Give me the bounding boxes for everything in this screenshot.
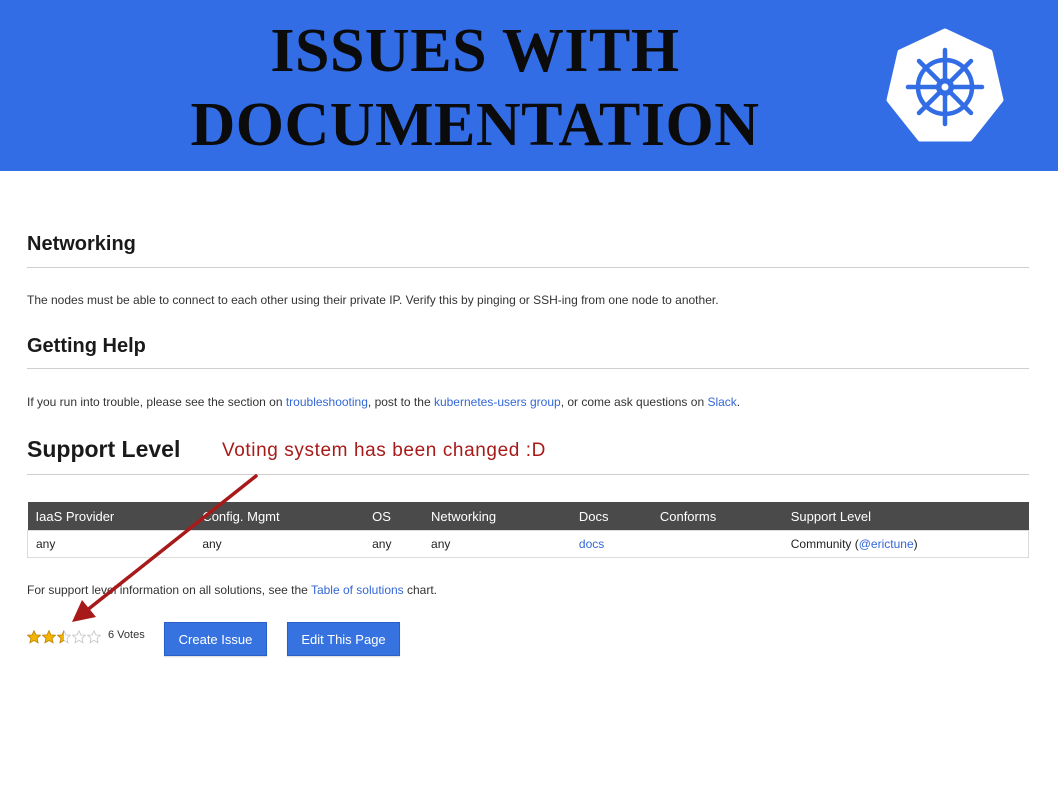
solutions-info-text: For support level information on all sol… [27, 583, 437, 597]
star-rating[interactable] [27, 628, 102, 644]
table-row: any any any any docs Community (@erictun… [27, 530, 1029, 558]
help-text-part: If you run into trouble, please see the … [27, 395, 286, 409]
star-empty-icon[interactable] [87, 629, 101, 644]
star-empty-icon[interactable] [72, 629, 86, 644]
help-text-part: . [736, 395, 741, 409]
star-half-icon[interactable] [57, 629, 71, 644]
cell-os: any [364, 530, 424, 558]
cell-config-mgmt: any [194, 530, 365, 558]
support-level-heading: Support Level [27, 436, 181, 462]
slide-title-line-2: DOCUMENTATION [190, 91, 760, 159]
star-filled-icon[interactable] [27, 629, 41, 644]
slide-title: ISSUES WITH DOCUMENTATION [120, 14, 830, 162]
support-level-text: Community ( [790, 537, 859, 551]
column-header-config-mgmt: Config. Mgmt [202, 508, 280, 524]
column-header-os: OS [372, 508, 391, 524]
header-banner: ISSUES WITH DOCUMENTATION [0, 0, 1058, 171]
erictune-link[interactable]: @erictune [859, 537, 914, 551]
cell-support-level: Community (@erictune) [782, 530, 1029, 558]
help-text-part: , post to the [367, 395, 434, 409]
kubernetes-helm-icon [886, 28, 1004, 142]
solutions-text-part: For support level information on all sol… [27, 583, 311, 597]
annotation-text: Voting system has been changed :D [222, 440, 546, 461]
star-filled-icon[interactable] [42, 629, 56, 644]
table-of-solutions-link[interactable]: Table of solutions [311, 583, 404, 597]
troubleshooting-link[interactable]: troubleshooting [286, 395, 368, 409]
networking-heading: Networking [27, 233, 136, 255]
table-header-row: IaaS Provider Config. Mgmt OS Networking… [27, 502, 1029, 531]
cell-docs: docs [570, 530, 652, 558]
section-divider [27, 267, 1029, 268]
column-header-support-level: Support Level [790, 508, 871, 524]
solutions-text-part: chart. [403, 583, 438, 597]
help-text-part: , or come ask questions on [560, 395, 708, 409]
column-header-networking: Networking [431, 508, 497, 524]
section-divider [27, 368, 1029, 369]
cell-iaas-provider: any [27, 530, 195, 558]
slide-title-line-1: ISSUES WITH [270, 17, 680, 85]
docs-link[interactable]: docs [579, 537, 604, 551]
column-header-conforms: Conforms [659, 508, 717, 524]
support-table: IaaS Provider Config. Mgmt OS Networking… [27, 502, 1029, 558]
cell-conforms [651, 530, 783, 558]
support-level-text: ) [913, 537, 918, 551]
votes-count: 6 Votes [108, 629, 145, 641]
getting-help-heading: Getting Help [27, 335, 146, 357]
edit-this-page-button[interactable]: Edit This Page [287, 622, 400, 656]
getting-help-text: If you run into trouble, please see the … [27, 395, 740, 409]
create-issue-button[interactable]: Create Issue [164, 622, 267, 656]
column-header-iaas-provider: IaaS Provider [35, 508, 115, 524]
cell-networking: any [423, 530, 571, 558]
column-header-docs: Docs [578, 508, 609, 524]
section-divider [27, 474, 1029, 475]
networking-text: The nodes must be able to connect to eac… [27, 293, 719, 307]
kubernetes-users-group-link[interactable]: kubernetes-users group [434, 395, 561, 409]
slack-link[interactable]: Slack [707, 395, 736, 409]
